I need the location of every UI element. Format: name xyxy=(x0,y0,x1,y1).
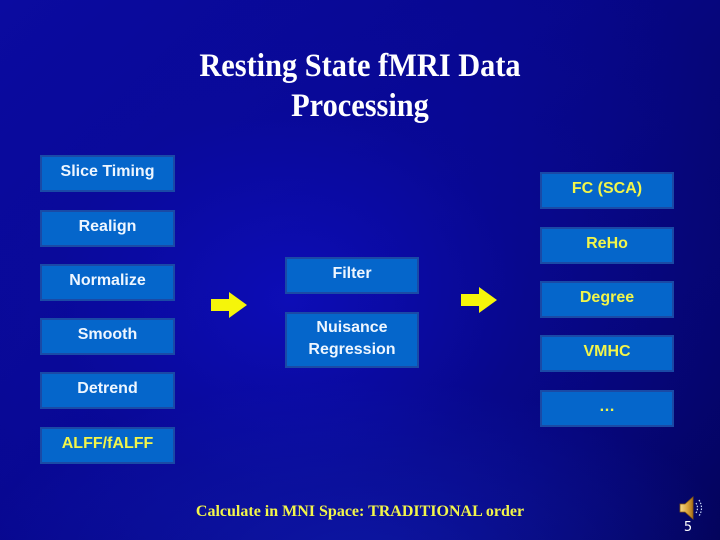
metric-vmhc: VMHC xyxy=(540,335,674,372)
metric-more: … xyxy=(540,390,674,427)
step-alff-falff: ALFF/fALFF xyxy=(40,427,175,464)
footer-note: Calculate in MNI Space: TRADITIONAL orde… xyxy=(195,503,525,520)
nuisance-line-2: Regression xyxy=(308,341,396,358)
speaker-icon[interactable] xyxy=(678,495,706,521)
metric-reho: ReHo xyxy=(540,227,674,264)
nuisance-line-1: Nuisance xyxy=(316,319,388,336)
step-normalize: Normalize xyxy=(40,264,175,301)
arrow-right-icon xyxy=(211,292,247,318)
step-filter: Filter xyxy=(285,257,419,294)
title-line-2: Processing xyxy=(291,88,429,124)
arrow-right-icon xyxy=(461,287,497,313)
metric-degree: Degree xyxy=(540,281,674,318)
page-number: 5 xyxy=(683,520,693,535)
step-slice-timing: Slice Timing xyxy=(40,155,175,192)
step-detrend: Detrend xyxy=(40,372,175,409)
step-realign: Realign xyxy=(40,210,175,247)
slide: Resting State fMRI Data Processing Slice… xyxy=(0,0,720,540)
step-nuisance-regression: Nuisance Regression xyxy=(285,312,419,368)
title-line-1: Resting State fMRI Data xyxy=(199,48,521,84)
metric-fc-sca: FC (SCA) xyxy=(540,172,674,209)
slide-title: Resting State fMRI Data Processing xyxy=(29,46,691,126)
step-smooth: Smooth xyxy=(40,318,175,355)
